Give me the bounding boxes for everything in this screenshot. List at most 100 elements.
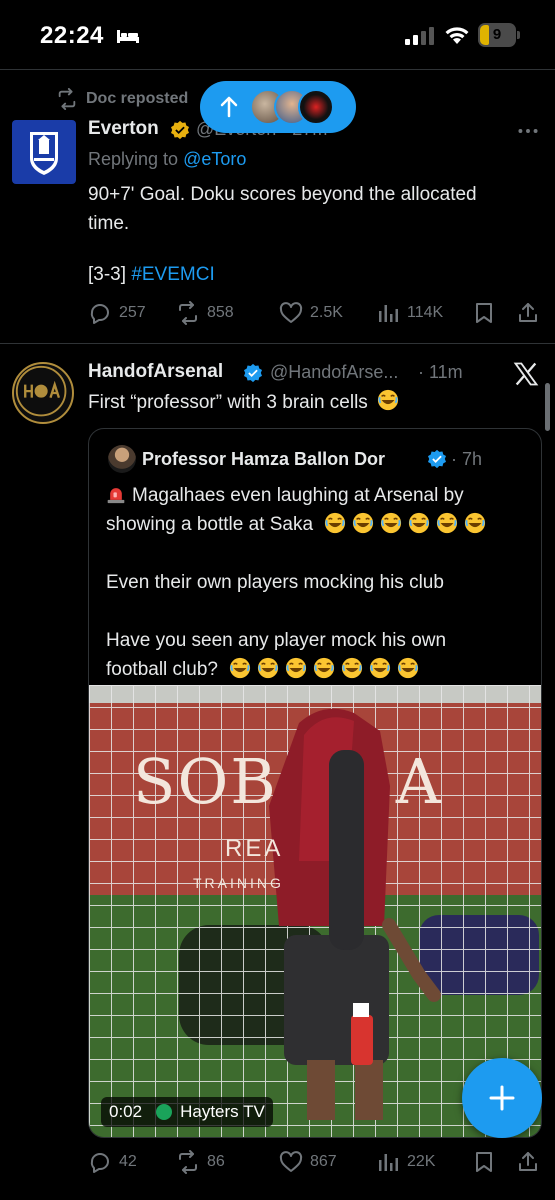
share-button[interactable] (516, 298, 540, 328)
laughing-emoji (325, 512, 346, 534)
scrollbar[interactable] (545, 383, 550, 431)
reply-icon (90, 1153, 109, 1173)
board-text-end: A (395, 745, 443, 818)
divider (0, 69, 555, 70)
author-name[interactable]: HandofArsenal (88, 361, 223, 383)
laughing-emoji (381, 512, 402, 534)
repost-icon (179, 301, 197, 325)
battery-level: 9 (492, 26, 502, 43)
like-icon (279, 302, 303, 323)
quote-text: Magalhaes even laughing at Arsenal by sh… (106, 481, 536, 684)
laughing-emoji (342, 657, 363, 679)
repost-icon (58, 88, 76, 110)
bookmark-icon (476, 303, 492, 323)
laughing-emoji (377, 389, 399, 411)
quote-line3: Even their own players mocking his club (106, 572, 444, 593)
laughing-emoji-group (318, 512, 486, 535)
replying-to: Replying to @eToro (88, 145, 246, 174)
share-button[interactable] (516, 1147, 540, 1177)
handofarsenal-logo-icon (15, 365, 67, 417)
hashtag-link[interactable]: #EVEMCI (131, 264, 214, 285)
like-count: 867 (310, 1153, 337, 1170)
tweet-text: First “professor” with 3 brain cells (88, 388, 399, 417)
like-count: 2.5K (310, 304, 343, 321)
reply-icon (90, 304, 109, 324)
board-text-main: SOB (133, 745, 278, 818)
quoted-tweet[interactable]: Professor Hamza Ballon Dor · 7h Magalhae… (88, 428, 542, 1138)
replying-label: Replying to (88, 149, 184, 169)
video-duration: 0:02 (109, 1102, 143, 1121)
avatar-handofarsenal[interactable] (12, 362, 74, 424)
repost-button[interactable]: 86 (176, 1147, 225, 1177)
compose-button[interactable] (462, 1058, 542, 1138)
quote-text-line: Magalhaes even laughing at Arsenal by (106, 481, 536, 510)
tweet-actions: 42 86 867 22K (0, 1147, 555, 1177)
views-icon (379, 305, 398, 322)
board-sub2: TRAINING (193, 875, 284, 891)
avatar-everton[interactable] (12, 120, 76, 184)
reply-button[interactable]: 257 (88, 298, 146, 328)
laughing-emoji (314, 657, 335, 679)
repost-count: 858 (207, 304, 234, 321)
wifi-icon (445, 27, 469, 44)
divider (0, 343, 555, 344)
siren-emoji (107, 488, 125, 504)
quote-line2: showing a bottle at Saka (106, 514, 314, 535)
hayters-logo-icon (156, 1104, 173, 1120)
laughing-emoji (398, 657, 419, 679)
tweet-text-line: 90+7' Goal. Doku scores beyond the alloc… (88, 184, 477, 205)
like-icon (279, 1151, 303, 1172)
quote-author-name[interactable]: Professor Hamza Ballon Dor (142, 449, 385, 470)
like-button[interactable]: 867 (279, 1147, 337, 1177)
x-logo-icon[interactable] (512, 360, 540, 388)
laughing-emoji (258, 657, 279, 679)
new-posts-pill[interactable] (200, 81, 356, 133)
laughing-emoji (437, 512, 458, 534)
laughing-emoji (353, 512, 374, 534)
quote-line4: Have you seen any player mock his own (106, 630, 447, 651)
avatar-professor[interactable] (108, 445, 136, 473)
video-badge: 0:02 Hayters TV (101, 1097, 273, 1127)
laughing-emoji (286, 657, 307, 679)
replying-to-link[interactable]: @eToro (183, 149, 246, 169)
tweet-text-content: First “professor” with 3 brain cells (88, 392, 368, 413)
laughing-emoji (409, 512, 430, 534)
laughing-emoji (370, 657, 391, 679)
laughing-emoji (230, 657, 251, 679)
tweet-actions: 257 858 2.5K 114K (0, 298, 555, 328)
repost-button[interactable]: 858 (176, 298, 234, 328)
board-sub: REA (225, 835, 284, 862)
battery-icon: 9 (478, 23, 520, 47)
bookmark-button[interactable] (472, 1147, 496, 1177)
tweet-text: 90+7' Goal. Doku scores beyond the alloc… (88, 180, 538, 238)
views-count: 114K (407, 304, 444, 321)
repost-header[interactable]: Doc reposted (56, 88, 188, 110)
author-handle[interactable]: @HandofArse... (270, 362, 398, 383)
avatar (298, 89, 334, 125)
plus-icon (489, 1085, 515, 1111)
bookmark-icon (476, 1152, 492, 1172)
views-button[interactable]: 114K (376, 298, 443, 328)
tweet-text-line: time. (88, 213, 130, 234)
repost-count: 86 (207, 1153, 225, 1170)
reply-button[interactable]: 42 (88, 1147, 137, 1177)
signal-icon (405, 27, 434, 45)
quote-text-line: showing a bottle at Saka (106, 510, 536, 539)
everton-crest-icon (30, 132, 58, 175)
repost-header-text: Doc reposted (86, 90, 189, 107)
views-count: 22K (407, 1153, 436, 1170)
author-name[interactable]: Everton (88, 118, 159, 140)
video-source: Hayters TV (180, 1102, 265, 1121)
verified-icon (244, 363, 262, 383)
more-icon[interactable] (515, 118, 541, 144)
like-button[interactable]: 2.5K (279, 298, 343, 328)
share-icon (519, 303, 537, 322)
verified-icon (171, 120, 189, 140)
views-button[interactable]: 22K (376, 1147, 435, 1177)
bookmark-button[interactable] (472, 298, 496, 328)
laughing-emoji (465, 512, 486, 534)
verified-icon (428, 449, 446, 469)
views-icon (379, 1154, 398, 1171)
quote-line5: football club? (106, 659, 218, 680)
quote-time: · 7h (451, 449, 483, 469)
